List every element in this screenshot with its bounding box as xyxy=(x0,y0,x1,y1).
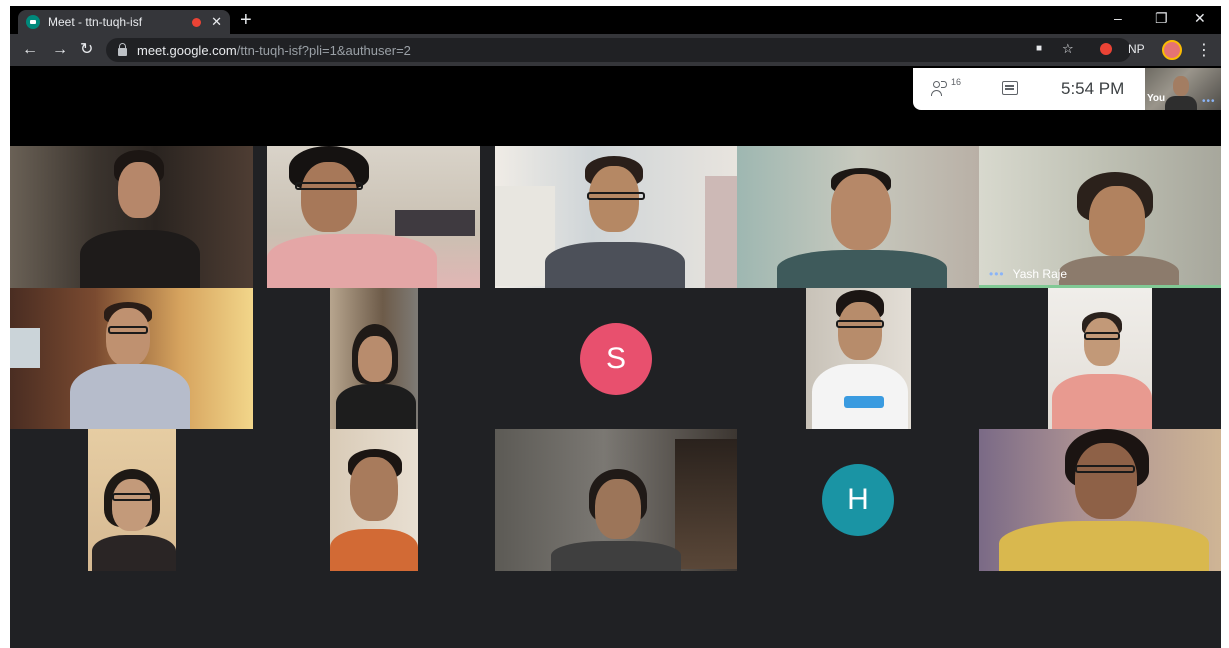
people-icon[interactable] xyxy=(931,80,953,98)
tab-title: Meet - ttn-tuqh-isf xyxy=(48,15,143,29)
participant-tile[interactable] xyxy=(495,429,737,571)
participant-name-label: ••• Yash Raje xyxy=(989,267,1067,281)
participant-menu-icon[interactable]: ••• xyxy=(989,267,1005,281)
avatar-initial-s: S xyxy=(580,323,652,395)
bookmark-star-icon[interactable]: ☆ xyxy=(1062,41,1074,57)
meet-page: 16 5:54 PM You ••• ••• Yash Raje S H xyxy=(10,66,1221,648)
recording-dot-icon xyxy=(192,17,202,27)
back-button[interactable]: ← xyxy=(22,40,38,60)
new-tab-button[interactable]: + xyxy=(240,9,252,31)
self-view-label: You xyxy=(1147,93,1166,104)
people-count: 16 xyxy=(951,77,962,87)
camera-icon[interactable]: ■ xyxy=(1036,43,1042,54)
participant-name: Yash Raje xyxy=(1012,267,1068,281)
participant-tile[interactable] xyxy=(806,288,911,429)
extension-np-label[interactable]: NP xyxy=(1128,42,1145,56)
participant-tile[interactable] xyxy=(737,146,979,288)
self-view-menu-icon[interactable]: ••• xyxy=(1202,96,1216,107)
address-bar[interactable]: meet.google.com/ttn-tuqh-isf?pli=1&authu… xyxy=(106,38,1131,62)
participant-tile[interactable] xyxy=(330,288,418,429)
tab-bar: Meet - ttn-tuqh-isf ✕ + – ❐ ✕ xyxy=(10,6,1221,34)
lock-icon xyxy=(118,43,127,56)
participant-tile[interactable] xyxy=(979,429,1221,571)
url-domain: meet.google.com xyxy=(137,42,237,58)
participant-tile[interactable] xyxy=(330,429,418,571)
participant-tile[interactable] xyxy=(1048,288,1152,429)
profile-avatar[interactable] xyxy=(1162,40,1182,60)
browser-toolbar: ← → ↻ meet.google.com/ttn-tuqh-isf?pli=1… xyxy=(10,34,1221,66)
chat-icon[interactable] xyxy=(1002,81,1018,95)
self-view-tile[interactable]: You ••• xyxy=(1145,68,1221,110)
participant-tile[interactable] xyxy=(495,146,737,288)
reload-button[interactable]: ↻ xyxy=(80,40,93,60)
participant-avatar-h[interactable]: H xyxy=(822,464,894,536)
tab-meet[interactable]: Meet - ttn-tuqh-isf ✕ xyxy=(18,10,230,34)
browser-menu-icon[interactable]: ⋮ xyxy=(1196,40,1212,60)
participant-tile[interactable] xyxy=(88,429,176,571)
close-window-button[interactable]: ✕ xyxy=(1194,10,1206,27)
participant-avatar-s[interactable]: S xyxy=(580,323,652,395)
participant-tile[interactable] xyxy=(267,146,480,288)
participant-tile[interactable] xyxy=(10,146,253,288)
meeting-info-card: 16 5:54 PM xyxy=(913,68,1145,110)
participant-tile-yash-raje[interactable]: ••• Yash Raje xyxy=(979,146,1221,288)
browser-window: Meet - ttn-tuqh-isf ✕ + – ❐ ✕ ← → ↻ meet… xyxy=(10,6,1221,648)
meet-favicon-icon xyxy=(26,15,40,29)
tab-close-icon[interactable]: ✕ xyxy=(211,14,222,30)
forward-button[interactable]: → xyxy=(52,40,68,60)
extension-icon[interactable] xyxy=(1100,43,1112,55)
minimize-button[interactable]: – xyxy=(1114,10,1122,26)
url-path: /ttn-tuqh-isf?pli=1&authuser=2 xyxy=(236,42,411,58)
restore-button[interactable]: ❐ xyxy=(1155,10,1168,27)
avatar-initial-h: H xyxy=(822,464,894,536)
meeting-clock: 5:54 PM xyxy=(1061,79,1125,98)
participant-tile[interactable] xyxy=(10,288,253,429)
